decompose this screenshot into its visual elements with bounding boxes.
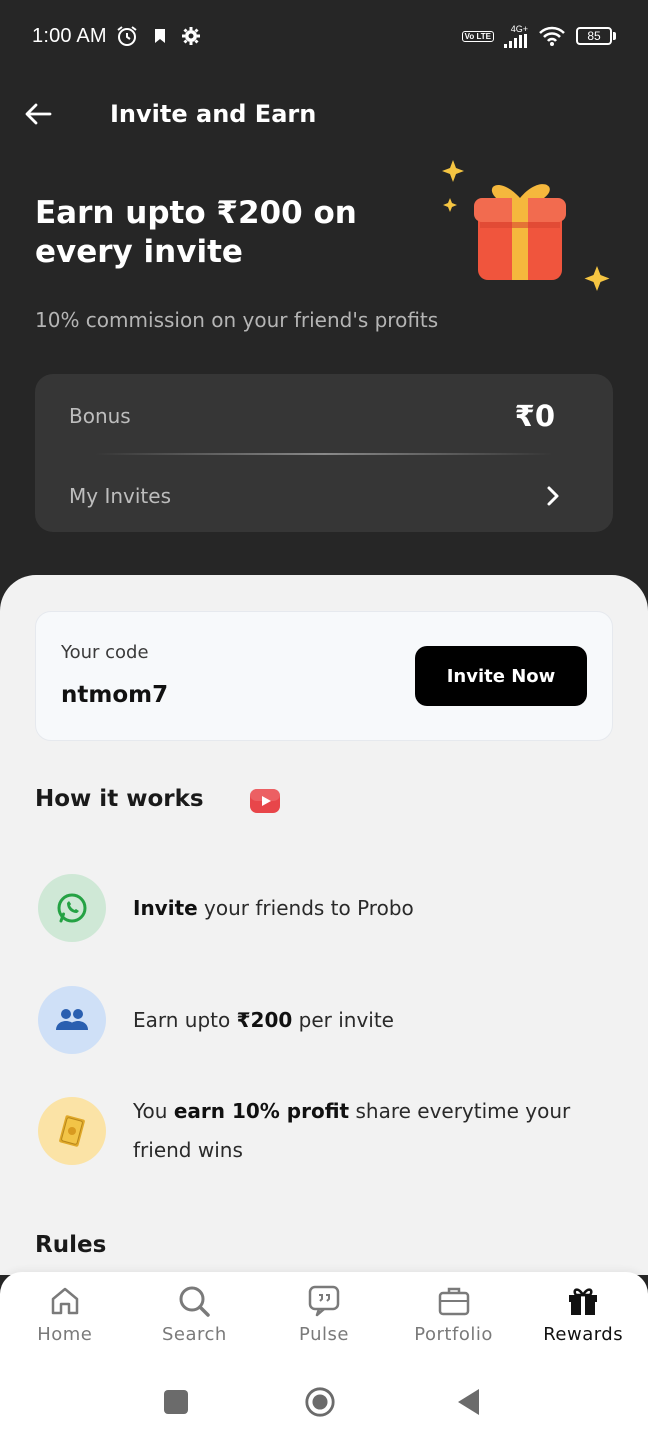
home-icon bbox=[51, 1287, 79, 1315]
gift-illustration-icon bbox=[442, 160, 610, 291]
hero-subtitle: 10% commission on your friend's profits bbox=[35, 308, 439, 332]
back-system-button[interactable] bbox=[452, 1386, 484, 1418]
whatsapp-icon bbox=[38, 874, 106, 942]
square-icon bbox=[164, 1390, 188, 1414]
status-time: 1:00 AM bbox=[32, 24, 107, 47]
hero-title: Earn upto ₹200 on every invite bbox=[35, 195, 357, 270]
bonus-label: Bonus bbox=[69, 404, 131, 428]
step-text: Invite your friends to Probo bbox=[133, 895, 414, 920]
bottom-navigation: Home Search Pulse Portfolio Rewards bbox=[0, 1272, 648, 1362]
bookmark-icon bbox=[154, 29, 165, 43]
home-system-button[interactable] bbox=[304, 1386, 336, 1418]
system-navigation-bar bbox=[0, 1362, 648, 1440]
header: Invite and Earn bbox=[0, 82, 648, 146]
rules-title: Rules bbox=[35, 1232, 107, 1258]
code-label: Your code bbox=[61, 642, 149, 663]
step-invite: Invite your friends to Probo bbox=[38, 874, 618, 942]
nav-rewards[interactable]: Rewards bbox=[518, 1272, 648, 1362]
referral-code-card: Your code ntmom7 Invite Now bbox=[35, 611, 613, 741]
back-button[interactable] bbox=[22, 98, 54, 130]
pulse-icon bbox=[308, 1285, 340, 1317]
signal-icon: 4G+ bbox=[504, 24, 528, 48]
invite-now-button[interactable]: Invite Now bbox=[415, 646, 587, 706]
step-text: Earn upto ₹200 per invite bbox=[133, 1007, 394, 1032]
volte-icon: Vo LTE bbox=[461, 30, 494, 42]
triangle-back-icon bbox=[458, 1389, 479, 1415]
alarm-icon bbox=[117, 26, 137, 46]
page-title: Invite and Earn bbox=[110, 100, 317, 128]
gift-icon bbox=[569, 1288, 598, 1315]
money-icon bbox=[38, 1097, 106, 1165]
wifi-icon bbox=[539, 26, 565, 46]
battery-icon: 85 bbox=[576, 27, 616, 45]
step-earn: Earn upto ₹200 per invite bbox=[38, 986, 618, 1054]
step-text: You earn 10% profit share everytime your… bbox=[133, 1099, 571, 1162]
nav-portfolio[interactable]: Portfolio bbox=[389, 1272, 519, 1362]
briefcase-icon bbox=[438, 1287, 469, 1316]
chevron-right-icon bbox=[547, 486, 559, 506]
bonus-card: Bonus ₹0 My Invites bbox=[35, 374, 613, 532]
my-invites-label: My Invites bbox=[69, 484, 171, 508]
video-play-icon[interactable] bbox=[248, 786, 282, 816]
step-profit: You earn 10% profit share everytime your… bbox=[38, 1092, 618, 1170]
bonus-row: Bonus ₹0 bbox=[69, 396, 555, 436]
search-icon bbox=[179, 1286, 211, 1317]
circle-icon bbox=[305, 1387, 335, 1417]
settings-icon bbox=[181, 27, 200, 45]
content-sheet: Your code ntmom7 Invite Now How it works… bbox=[0, 575, 648, 1275]
nav-search[interactable]: Search bbox=[130, 1272, 260, 1362]
referral-code: ntmom7 bbox=[61, 682, 169, 708]
how-it-works-title: How it works bbox=[35, 786, 204, 812]
nav-pulse[interactable]: Pulse bbox=[259, 1272, 389, 1362]
status-bar: 1:00 AM Vo LTE 4G+ 85 bbox=[0, 0, 648, 72]
my-invites-row[interactable]: My Invites bbox=[69, 476, 561, 516]
recents-button[interactable] bbox=[160, 1386, 192, 1418]
users-icon bbox=[38, 986, 106, 1054]
divider bbox=[95, 453, 553, 455]
nav-home[interactable]: Home bbox=[0, 1272, 130, 1362]
arrow-left-icon bbox=[25, 103, 52, 125]
bonus-value: ₹0 bbox=[514, 399, 555, 433]
